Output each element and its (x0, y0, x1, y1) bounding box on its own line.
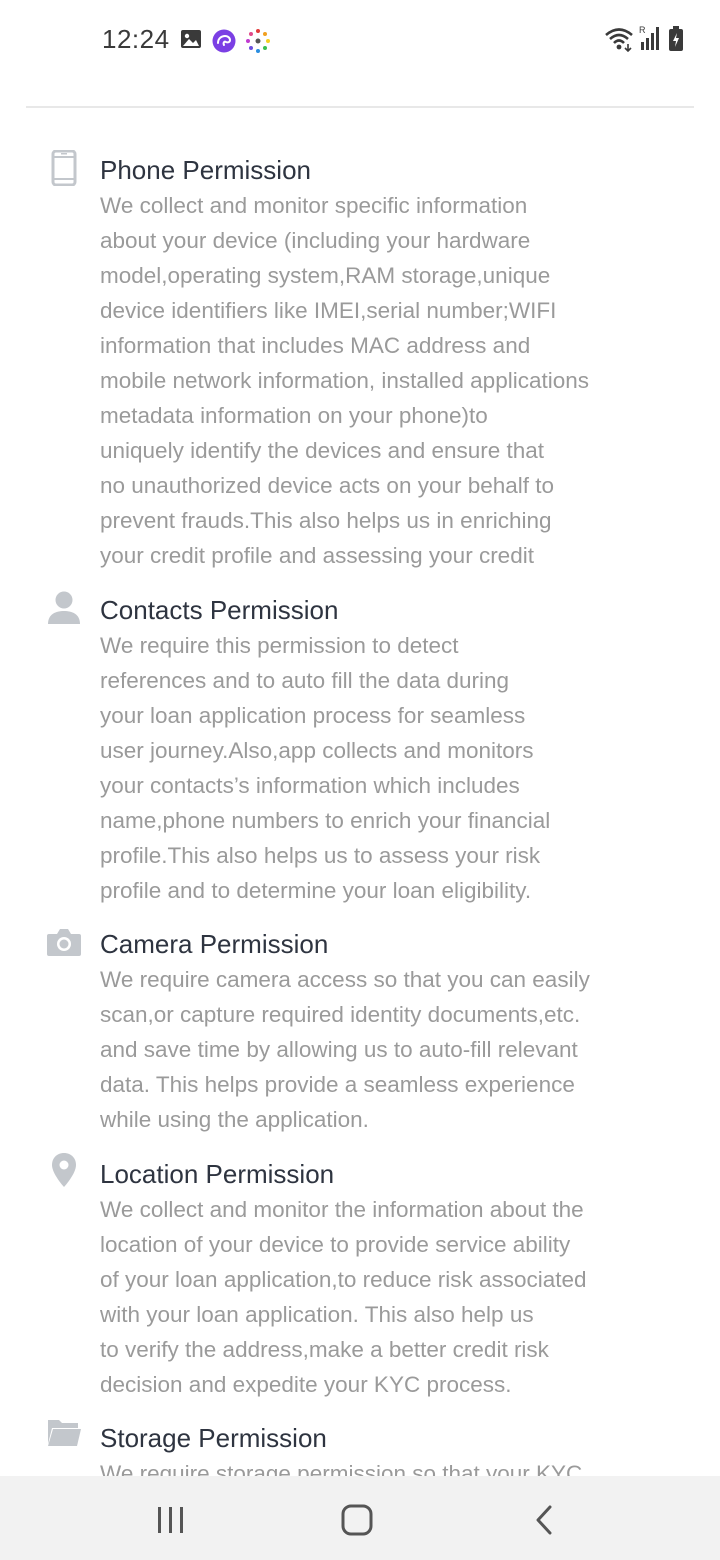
phone-icon (46, 149, 82, 187)
description-line: We collect and monitor specific informat… (100, 193, 528, 218)
permission-description: We collect and monitor specific informat… (100, 188, 589, 573)
permission-title: Location Permission (100, 1159, 335, 1189)
description-line: We require storage permission so that yo… (100, 1461, 583, 1476)
permission-title: Storage Permission (100, 1423, 327, 1453)
description-line: device identifiers like IMEI,serial numb… (100, 298, 557, 323)
signal-icon: R (638, 24, 662, 57)
description-line: metadata information on your phone)to (100, 403, 488, 428)
description-line: your loan application process for seamle… (100, 703, 526, 728)
description-line: decision and expedite your KYC process. (100, 1372, 512, 1397)
permission-title: Phone Permission (100, 155, 311, 185)
permission-title: Contacts Permission (100, 595, 339, 625)
description-line: user journey.Also,app collects and monit… (100, 738, 534, 763)
home-icon[interactable] (340, 1504, 374, 1541)
description-line: We collect and monitor the information a… (100, 1197, 584, 1222)
wifi-icon (604, 26, 634, 57)
description-line: while using the application. (100, 1107, 369, 1132)
description-line: information that includes MAC address an… (100, 333, 531, 358)
messenger-icon (212, 29, 236, 58)
description-line: We require this permission to detect (100, 633, 459, 658)
description-line: data. This helps provide a seamless expe… (100, 1072, 575, 1097)
status-time: 12:24 (102, 24, 170, 54)
description-line: no unauthorized device acts on your beha… (100, 473, 555, 498)
description-line: your contacts’s information which includ… (100, 773, 520, 798)
description-line: and save time by allowing us to auto-fil… (100, 1037, 578, 1062)
description-line: We require camera access so that you can… (100, 967, 590, 992)
battery-charging-icon (668, 26, 684, 57)
permission-description: We require storage permission so that yo… (100, 1456, 582, 1476)
navigation-bar (0, 1476, 720, 1560)
permission-description: We collect and monitor the information a… (100, 1192, 587, 1402)
back-icon[interactable] (530, 1504, 560, 1541)
description-line: name,phone numbers to enrich your financ… (100, 808, 551, 833)
description-line: model,operating system,RAM storage,uniqu… (100, 263, 551, 288)
description-line: profile and to determine your loan eligi… (100, 878, 532, 903)
description-line: references and to auto fill the data dur… (100, 668, 510, 693)
description-line: uniquely identify the devices and ensure… (100, 438, 545, 463)
description-line: prevent frauds.This also helps us in enr… (100, 508, 552, 533)
contact-person-icon (46, 590, 82, 626)
recent-apps-icon[interactable] (154, 1504, 188, 1541)
permission-description: We require camera access so that you can… (100, 962, 590, 1137)
permission-description: We require this permission to detect ref… (100, 628, 550, 908)
description-line: location of your device to provide servi… (100, 1232, 571, 1257)
description-line: mobile network information, installed ap… (100, 368, 590, 393)
camera-icon (46, 924, 82, 960)
status-bar: 12:24 R (0, 0, 720, 84)
permissions-list[interactable]: Phone Permission We collect and monitor … (0, 108, 720, 1476)
svg-text:R: R (639, 25, 646, 35)
description-line: with your loan application. This also he… (100, 1302, 534, 1327)
description-line: your credit profile and assessing your c… (100, 543, 534, 568)
description-line: scan,or capture required identity docume… (100, 1002, 581, 1027)
image-icon (180, 28, 202, 55)
description-line: profile.This also helps us to assess you… (100, 843, 541, 868)
folder-icon (46, 1414, 82, 1450)
description-line: to verify the address,make a better cred… (100, 1337, 549, 1362)
sparkle-app-icon (245, 28, 271, 59)
description-line: of your loan application,to reduce risk … (100, 1267, 587, 1292)
location-pin-icon (46, 1152, 82, 1188)
description-line: about your device (including your hardwa… (100, 228, 531, 253)
permission-title: Camera Permission (100, 929, 329, 959)
